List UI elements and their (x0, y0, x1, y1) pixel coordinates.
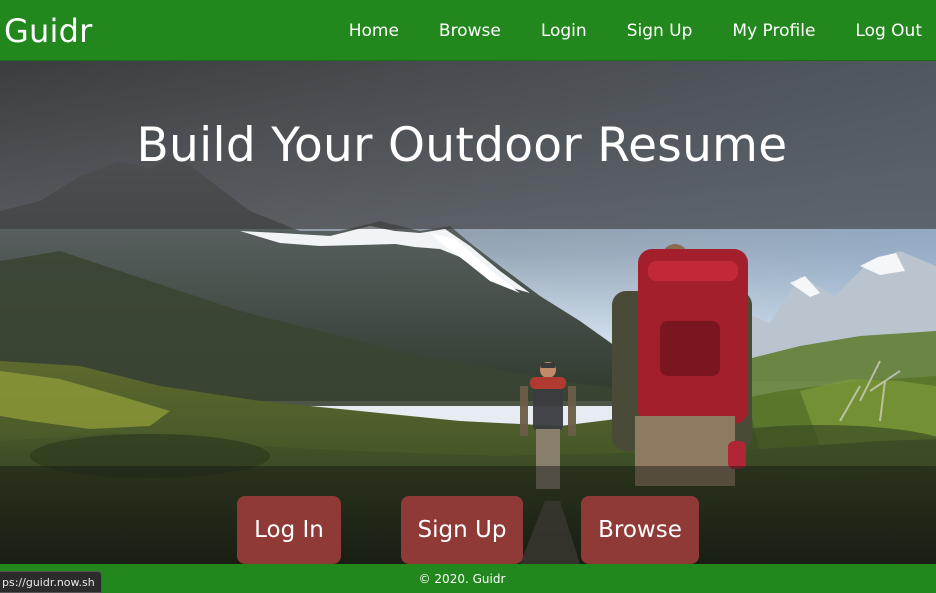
browse-button[interactable]: Browse (581, 496, 699, 564)
login-button[interactable]: Log In (237, 496, 341, 564)
status-bar-url: ps://guidr.now.sh (0, 571, 102, 593)
hero-title: Build Your Outdoor Resume (136, 118, 788, 173)
landing-page: Guidr Home Browse Login Sign Up My Profi… (0, 0, 936, 593)
nav-link-home[interactable]: Home (349, 21, 399, 41)
footer-copyright: © 2020. Guidr (418, 572, 506, 586)
signup-button[interactable]: Sign Up (401, 496, 523, 564)
nav-link-my-profile[interactable]: My Profile (732, 21, 815, 41)
hero-section: Build Your Outdoor Resume (0, 61, 936, 564)
brand-logo[interactable]: Guidr (4, 11, 92, 51)
nav-link-login[interactable]: Login (541, 21, 587, 41)
nav-link-browse[interactable]: Browse (439, 21, 501, 41)
nav-link-logout[interactable]: Log Out (855, 21, 922, 41)
nav-link-signup[interactable]: Sign Up (627, 21, 693, 41)
top-navbar: Guidr Home Browse Login Sign Up My Profi… (0, 0, 936, 61)
page-footer: © 2020. Guidr (0, 564, 936, 593)
nav-links: Home Browse Login Sign Up My Profile Log… (349, 0, 922, 61)
